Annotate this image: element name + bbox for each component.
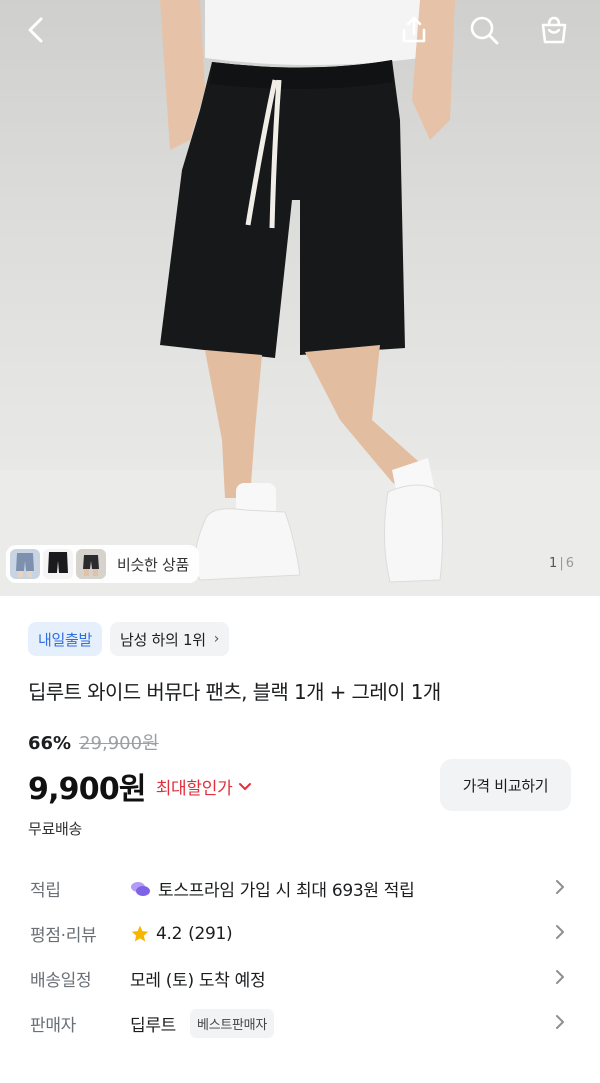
badge-row: 내일출발 남성 하의 1위 › [28, 622, 230, 656]
similar-products-button[interactable]: 비슷한 상품 [6, 545, 199, 583]
cart-button[interactable] [532, 8, 576, 52]
chevron-right-icon [554, 969, 566, 989]
discount-row: 66% 29,900원 [28, 729, 159, 755]
review-count: (291) [188, 923, 233, 944]
similar-thumb-3 [76, 549, 106, 579]
similar-thumb-1 [10, 549, 40, 579]
price-row: 9,900원 최대할인가 [28, 764, 252, 808]
chevron-down-icon[interactable] [238, 777, 252, 796]
search-button[interactable] [462, 8, 506, 52]
image-counter: 1 | 6 [549, 556, 574, 571]
star-icon [131, 925, 149, 941]
seller-row-value: 딥루트 베스트판매자 [130, 1009, 274, 1038]
points-row[interactable]: 적립 토스프라임 가입 시 최대 693원 적립 [0, 866, 600, 911]
shipping-badge: 내일출발 [28, 622, 103, 656]
back-button[interactable] [14, 8, 58, 52]
delivery-row[interactable]: 배송일정 모레 (토) 도착 예정 [0, 956, 600, 1001]
chevron-right-icon [554, 924, 566, 944]
rating-score: 4.2 [156, 923, 183, 944]
shipping-fee-text: 무료배송 [28, 820, 83, 838]
share-icon [402, 16, 426, 43]
delivery-row-value: 모레 (토) 도착 예정 [130, 971, 266, 991]
chevron-right-icon: › [213, 631, 220, 647]
image-counter-current: 1 [549, 556, 558, 571]
seller-row-label: 판매자 [30, 1016, 77, 1036]
max-discount-link[interactable]: 최대할인가 [156, 774, 233, 799]
original-price: 29,900원 [79, 733, 159, 754]
image-counter-total: 6 [565, 556, 574, 571]
rating-row-value: 4.2 (291) [130, 923, 233, 944]
bag-icon [541, 16, 567, 44]
points-row-value: 토스프라임 가입 시 최대 693원 적립 [130, 876, 415, 901]
sale-price: 9,900원 [28, 772, 147, 807]
top-navigation-bar [0, 0, 600, 60]
product-image-carousel[interactable]: 비슷한 상품 1 | 6 [0, 0, 600, 596]
discount-percent: 66% [28, 733, 72, 754]
back-icon [28, 17, 43, 43]
similar-products-label: 비슷한 상품 [117, 555, 189, 574]
similar-thumb-2 [43, 549, 73, 579]
rating-row-label: 평점·리뷰 [30, 926, 97, 946]
toss-prime-icon [131, 881, 150, 896]
search-icon [470, 16, 499, 45]
points-row-label: 적립 [30, 881, 61, 901]
best-seller-tag: 베스트판매자 [190, 1009, 274, 1038]
ranking-badge[interactable]: 남성 하의 1위 › [110, 622, 230, 656]
ranking-badge-label: 남성 하의 1위 [120, 630, 206, 649]
chevron-right-icon [554, 1014, 566, 1034]
share-button[interactable] [392, 8, 436, 52]
chevron-right-icon [554, 879, 566, 899]
seller-row[interactable]: 판매자 딥루트 베스트판매자 [0, 1001, 600, 1046]
points-row-text: 토스프라임 가입 시 최대 693원 적립 [158, 881, 415, 901]
delivery-row-label: 배송일정 [30, 971, 92, 991]
product-photo [0, 0, 600, 596]
compare-prices-button[interactable]: 가격 비교하기 [440, 759, 571, 811]
image-counter-separator: | [559, 556, 564, 571]
product-title: 딥루트 와이드 버뮤다 팬츠, 블랙 1개 + 그레이 1개 [28, 680, 441, 704]
info-rows: 적립 토스프라임 가입 시 최대 693원 적립 평점·리뷰 4.2 (291)… [0, 866, 600, 1046]
seller-name: 딥루트 [130, 1016, 177, 1036]
rating-row[interactable]: 평점·리뷰 4.2 (291) [0, 911, 600, 956]
